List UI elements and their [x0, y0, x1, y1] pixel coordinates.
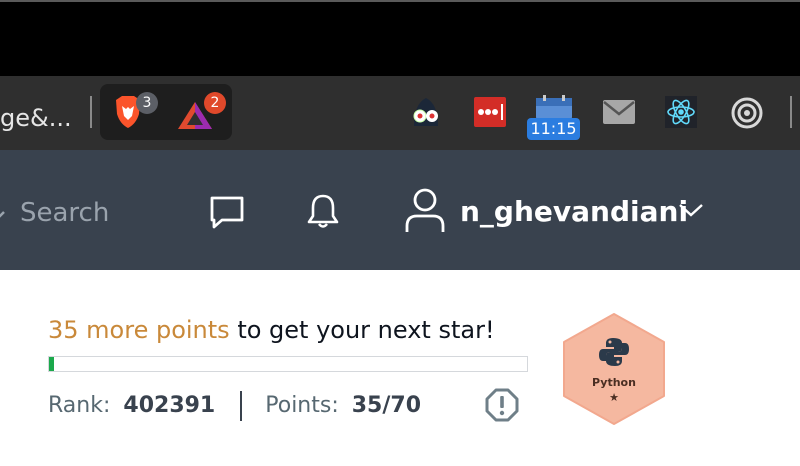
scoring-info-button[interactable]	[485, 388, 519, 427]
ext-mail-button[interactable]	[602, 99, 636, 130]
calendar-icon	[536, 95, 572, 120]
notifications-button[interactable]	[305, 192, 341, 235]
shields-count-badge: 3	[136, 92, 158, 114]
stats-divider	[240, 391, 243, 421]
ext-react-devtools-button[interactable]	[665, 96, 697, 133]
brave-extension-group: 3 2	[100, 84, 232, 140]
python-logo-icon	[599, 338, 629, 366]
rank-points-row: Rank: 402391 Points: 35/70	[48, 391, 421, 421]
ext-target-button[interactable]	[730, 96, 764, 135]
search-icon	[0, 211, 5, 218]
target-icon	[731, 97, 763, 129]
search-placeholder: Search	[20, 198, 110, 228]
chevron-down-icon	[679, 204, 703, 217]
username-label[interactable]: n_ghevandiani	[460, 195, 688, 228]
bell-icon	[307, 194, 339, 228]
search-input[interactable]: Search	[0, 192, 180, 232]
messages-button[interactable]	[208, 194, 246, 235]
chat-bubble-icon	[210, 196, 244, 229]
brave-rewards-button[interactable]: 2	[176, 92, 226, 137]
star-progress-bar	[48, 356, 528, 372]
address-bar-text[interactable]: ge&...	[0, 104, 72, 132]
star-progress-fill	[49, 357, 54, 371]
rank-label: Rank:	[48, 393, 111, 418]
profile-menu-toggle[interactable]	[678, 202, 704, 223]
alert-octagon-icon	[485, 388, 519, 422]
toolbar-separator-right	[790, 96, 792, 128]
os-top-divider	[0, 0, 800, 2]
rewards-count-badge: 2	[204, 92, 226, 114]
browser-toolbar: ge&... 3 2 11:15	[0, 76, 800, 150]
react-icon	[665, 96, 697, 128]
ext-dark-reader-button[interactable]	[408, 96, 444, 135]
glasses-face-icon	[413, 98, 438, 126]
clock-time-badge: 11:15	[527, 118, 580, 140]
python-badge[interactable]	[560, 312, 668, 431]
points-label: Points:	[265, 393, 339, 418]
toolbar-separator	[90, 96, 92, 128]
badge-star-rating: ★	[609, 392, 619, 404]
hexagon-badge-shape	[563, 313, 665, 425]
user-icon	[405, 188, 445, 232]
profile-avatar[interactable]	[403, 186, 447, 239]
brave-shields-button[interactable]: 3	[112, 92, 158, 135]
site-header: Search n_ghevandiani	[0, 150, 800, 270]
mail-icon	[603, 100, 635, 124]
badge-title: Python	[592, 376, 636, 389]
rank-value: 402391	[123, 393, 216, 418]
next-star-message: 35 more points to get your next star!	[48, 316, 495, 344]
points-needed-text: 35 more points	[48, 316, 230, 344]
points-value: 35/70	[351, 393, 422, 418]
os-menu-area	[0, 0, 800, 76]
lastpass-icon	[474, 97, 506, 127]
next-star-suffix: to get your next star!	[229, 316, 495, 344]
ext-lastpass-button[interactable]	[473, 96, 507, 133]
